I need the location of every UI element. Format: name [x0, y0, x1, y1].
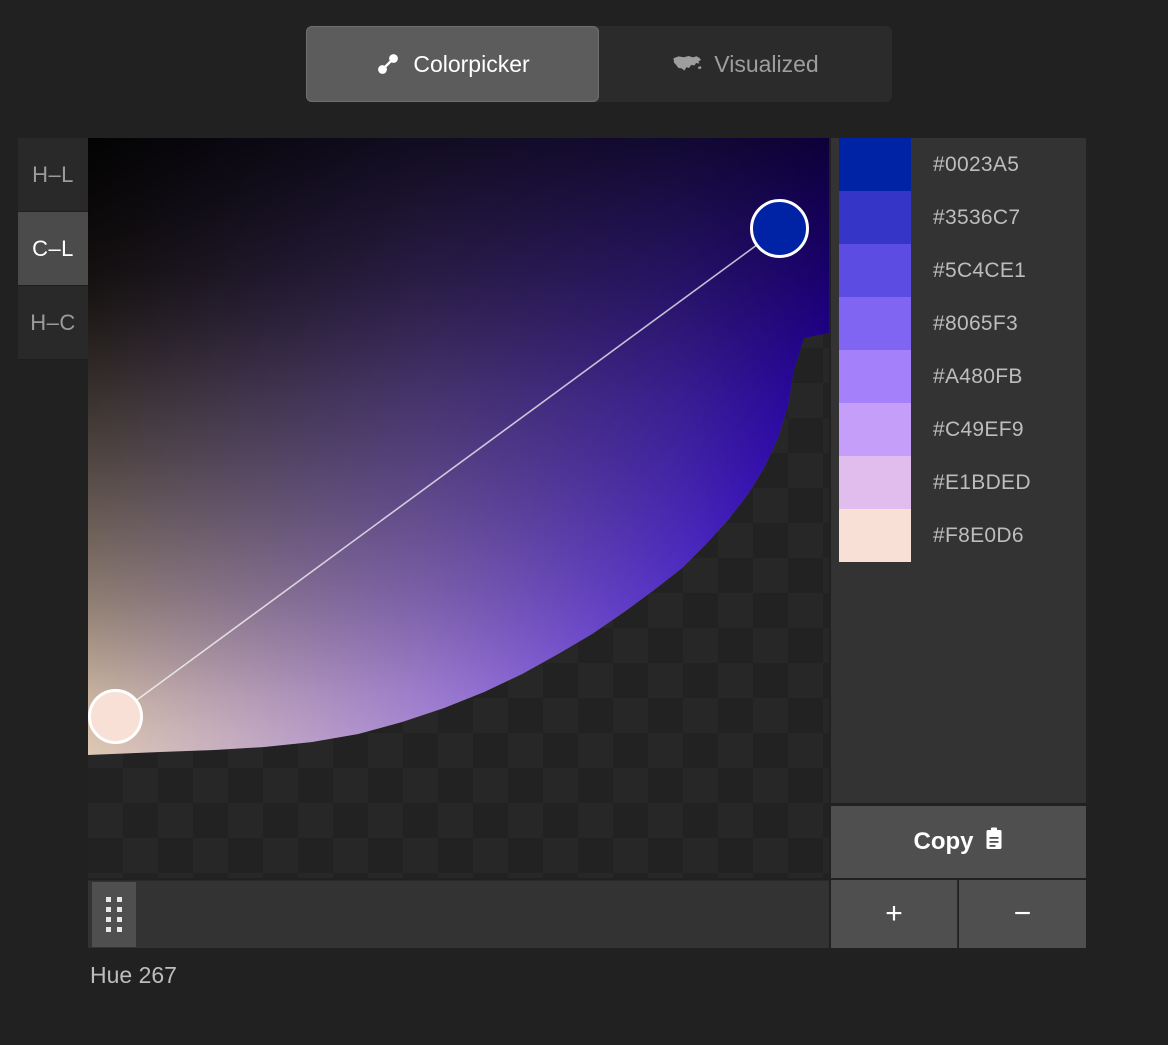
tab-colorpicker-label: Colorpicker	[413, 51, 529, 78]
remove-swatch-button[interactable]: −	[959, 880, 1086, 948]
mode-tab-hl[interactable]: H–L	[18, 138, 88, 212]
swatch-chip[interactable]	[839, 244, 911, 297]
swatch-chip[interactable]	[839, 191, 911, 244]
swatch-hex-label: #E1BDED	[933, 471, 1031, 495]
light-end-handle[interactable]	[88, 689, 143, 744]
view-tabbar: Colorpicker Visualized	[306, 26, 892, 102]
swatch-row[interactable]: #5C4CE1	[831, 244, 1086, 297]
swatch-row[interactable]: #3536C7	[831, 191, 1086, 244]
swatch-row[interactable]: #8065F3	[831, 297, 1086, 350]
swatch-hex-label: #0023A5	[933, 153, 1019, 177]
swatch-row[interactable]: #E1BDED	[831, 456, 1086, 509]
hue-value-label: Hue 267	[90, 962, 177, 989]
swatch-chip[interactable]	[839, 403, 911, 456]
tab-visualized-label: Visualized	[714, 51, 818, 78]
add-swatch-label: +	[885, 897, 903, 931]
swatch-row[interactable]: #F8E0D6	[831, 509, 1086, 562]
mode-tab-cl[interactable]: C–L	[18, 212, 88, 286]
gamut-canvas[interactable]	[88, 138, 829, 878]
tab-colorpicker[interactable]: Colorpicker	[306, 26, 599, 102]
swatch-chip[interactable]	[839, 456, 911, 509]
add-swatch-button[interactable]: +	[831, 880, 958, 948]
us-map-icon	[672, 53, 702, 75]
swatch-row[interactable]: #0023A5	[831, 138, 1086, 191]
mode-tab-group: H–L C–L H–C	[18, 138, 88, 360]
copy-button-label: Copy	[914, 828, 974, 856]
swatch-hex-label: #5C4CE1	[933, 259, 1026, 283]
dark-end-handle[interactable]	[750, 199, 809, 258]
hue-slider-thumb[interactable]	[92, 882, 136, 947]
hue-slider-track[interactable]	[88, 880, 829, 948]
drag-grip-icon	[106, 897, 122, 932]
copy-button[interactable]: Copy	[831, 806, 1086, 878]
swatch-row[interactable]: #C49EF9	[831, 403, 1086, 456]
swatch-hex-label: #A480FB	[933, 365, 1023, 389]
swatch-hex-label: #F8E0D6	[933, 524, 1024, 548]
node-link-icon	[375, 51, 401, 77]
swatch-row[interactable]: #A480FB	[831, 350, 1086, 403]
swatch-chip[interactable]	[839, 297, 911, 350]
gamut-gradient-area	[88, 138, 829, 878]
tab-visualized[interactable]: Visualized	[599, 26, 892, 102]
clipboard-icon	[984, 827, 1004, 857]
remove-swatch-label: −	[1014, 897, 1032, 931]
swatch-hex-label: #8065F3	[933, 312, 1018, 336]
swatch-hex-label: #C49EF9	[933, 418, 1024, 442]
mode-tab-cl-label: C–L	[32, 236, 74, 262]
mode-tab-hl-label: H–L	[32, 162, 74, 188]
swatch-list: #0023A5 #3536C7 #5C4CE1 #8065F3 #A480FB …	[831, 138, 1086, 803]
swatch-chip[interactable]	[839, 509, 911, 562]
picker-body: H–L C–L H–C	[18, 138, 1086, 948]
mode-tab-hc[interactable]: H–C	[18, 286, 88, 360]
swatch-chip[interactable]	[839, 138, 911, 191]
swatch-chip[interactable]	[839, 350, 911, 403]
swatch-hex-label: #3536C7	[933, 206, 1020, 230]
mode-tab-hc-label: H–C	[30, 310, 76, 336]
